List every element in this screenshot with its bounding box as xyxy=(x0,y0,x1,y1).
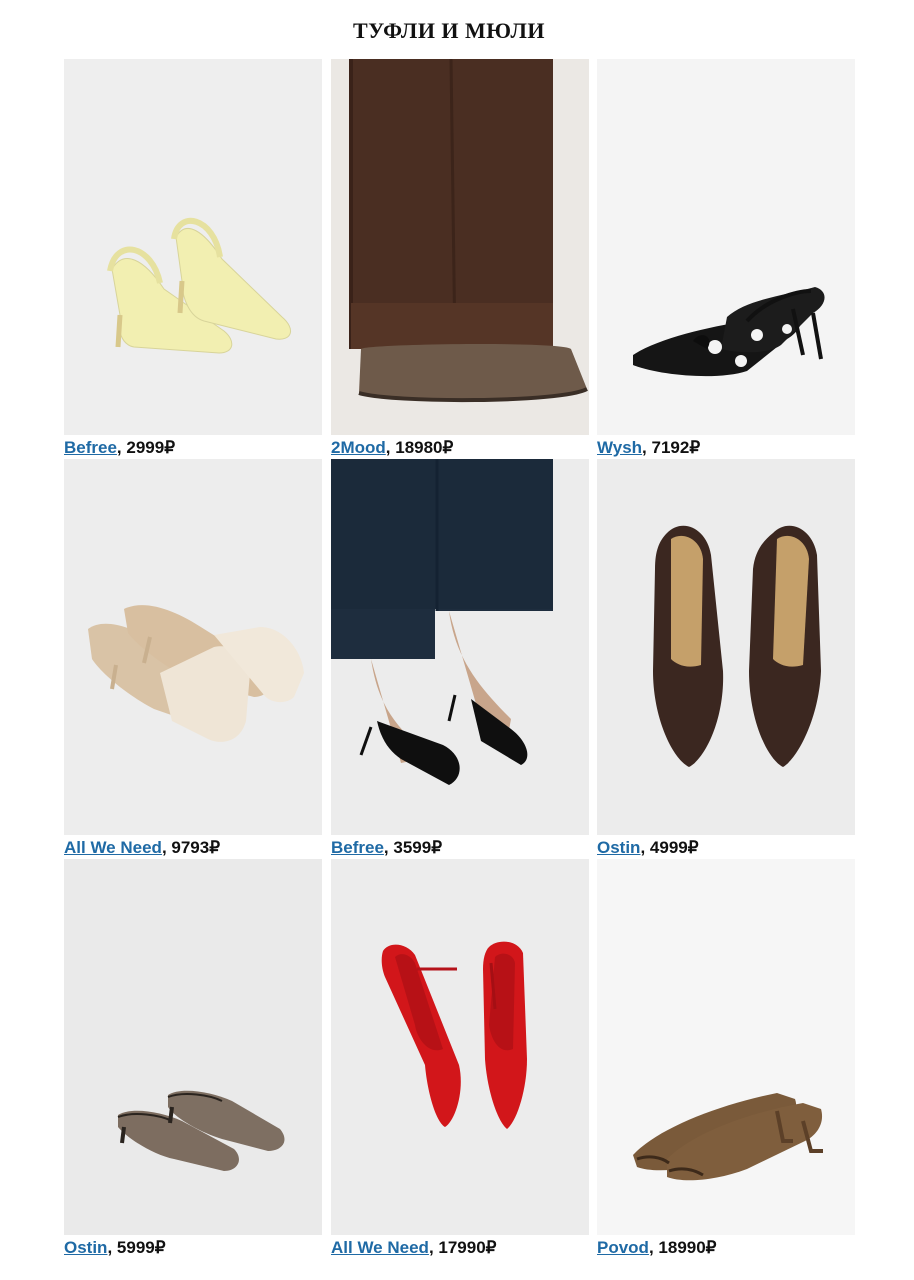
product-caption: Befree, 3599₽ xyxy=(331,838,443,857)
brand-link[interactable]: 2Mood xyxy=(331,438,386,457)
product-image[interactable] xyxy=(64,859,322,1235)
product-image[interactable] xyxy=(64,459,322,835)
product-card[interactable]: Ostin, 4999₽ xyxy=(597,459,855,859)
brand-link[interactable]: Ostin xyxy=(597,838,640,857)
product-image[interactable] xyxy=(597,859,855,1235)
brand-link[interactable]: Povod xyxy=(597,1238,649,1257)
price: 5999₽ xyxy=(116,1238,166,1257)
product-image[interactable] xyxy=(331,459,589,835)
price: 4999₽ xyxy=(649,838,699,857)
product-caption: Wysh, 7192₽ xyxy=(597,438,701,457)
brand-link[interactable]: Befree xyxy=(331,838,384,857)
product-caption: Ostin, 4999₽ xyxy=(597,838,699,857)
product-image[interactable] xyxy=(331,859,589,1235)
product-image[interactable] xyxy=(64,59,322,435)
product-card[interactable]: All We Need, 9793₽ xyxy=(64,459,322,859)
price: 9793₽ xyxy=(171,838,221,857)
product-image[interactable] xyxy=(331,59,589,435)
product-card[interactable]: Befree, 2999₽ xyxy=(64,59,322,459)
product-caption: All We Need, 9793₽ xyxy=(64,838,221,857)
price: 18980₽ xyxy=(395,438,454,457)
product-card[interactable]: All We Need, 17990₽ xyxy=(331,859,589,1259)
product-image[interactable] xyxy=(597,59,855,435)
price: 2999₽ xyxy=(126,438,176,457)
product-caption: All We Need, 17990₽ xyxy=(331,1238,497,1257)
product-card[interactable]: Povod, 18990₽ xyxy=(597,859,855,1259)
price: 18990₽ xyxy=(658,1238,717,1257)
product-card[interactable]: Befree, 3599₽ xyxy=(331,459,589,859)
brand-link[interactable]: All We Need xyxy=(64,838,162,857)
product-card[interactable]: Ostin, 5999₽ xyxy=(64,859,322,1259)
product-caption: Befree, 2999₽ xyxy=(64,438,176,457)
product-caption: 2Mood, 18980₽ xyxy=(331,438,454,457)
product-card[interactable]: 2Mood, 18980₽ xyxy=(331,59,589,459)
product-card[interactable]: Wysh, 7192₽ xyxy=(597,59,855,459)
price: 17990₽ xyxy=(438,1238,497,1257)
price: 3599₽ xyxy=(393,838,443,857)
price: 7192₽ xyxy=(651,438,701,457)
brand-link[interactable]: Befree xyxy=(64,438,117,457)
product-image[interactable] xyxy=(597,459,855,835)
product-grid: Befree, 2999₽ 2Mood, 18980₽ Wysh, 7192₽ … xyxy=(0,0,914,1280)
brand-link[interactable]: Wysh xyxy=(597,438,642,457)
brand-link[interactable]: Ostin xyxy=(64,1238,107,1257)
product-caption: Povod, 18990₽ xyxy=(597,1238,717,1257)
product-caption: Ostin, 5999₽ xyxy=(64,1238,166,1257)
brand-link[interactable]: All We Need xyxy=(331,1238,429,1257)
